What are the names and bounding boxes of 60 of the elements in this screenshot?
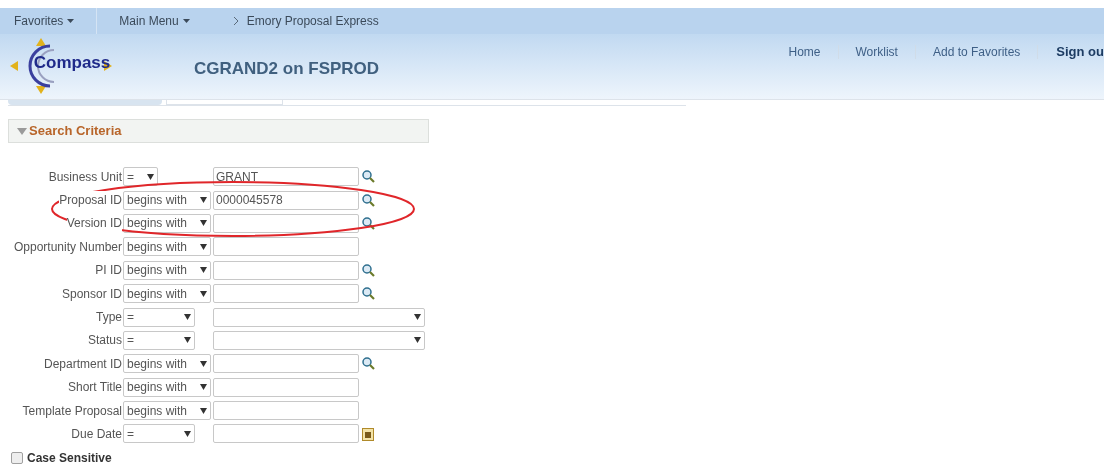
caret-icon[interactable]: [414, 337, 421, 344]
caret-icon[interactable]: [147, 173, 154, 180]
section-header[interactable]: Search Criteria: [8, 119, 429, 143]
search-icon[interactable]: [362, 216, 375, 230]
caret-icon[interactable]: [200, 243, 207, 250]
operator-dropdown[interactable]: =: [123, 167, 158, 187]
input-field[interactable]: [213, 237, 359, 257]
input-field[interactable]: [213, 260, 359, 280]
collapse-icon[interactable]: [17, 127, 27, 135]
caret-icon[interactable]: [67, 19, 75, 23]
caret-icon[interactable]: [200, 220, 207, 227]
input-field[interactable]: 0000045578: [213, 190, 359, 210]
caret-icon[interactable]: [200, 360, 207, 367]
operator-dropdown[interactable]: begins with: [123, 284, 211, 304]
operator-dropdown[interactable]: begins with: [123, 213, 211, 233]
operator-dropdown[interactable]: begins with: [123, 190, 211, 210]
compass-logo-icon: [10, 38, 114, 94]
header-link[interactable]: Sign ou: [1038, 42, 1104, 62]
input-field[interactable]: [213, 354, 359, 374]
input-field[interactable]: [213, 377, 359, 397]
caret-icon[interactable]: [200, 384, 207, 391]
input-field[interactable]: [213, 284, 359, 304]
operator-dropdown[interactable]: =: [123, 330, 195, 350]
checkbox-label: Case Sensitive: [27, 449, 112, 467]
operator-dropdown[interactable]: begins with: [123, 260, 211, 280]
search-icon[interactable]: [362, 170, 375, 184]
page-title: CGRAND2 on FSPROD: [194, 58, 380, 80]
checkbox[interactable]: [11, 451, 23, 464]
field-label: Proposal ID: [59, 191, 122, 210]
search-icon[interactable]: [362, 357, 375, 371]
caret-icon[interactable]: [184, 431, 191, 437]
header-link[interactable]: Add to Favorites: [915, 42, 1038, 61]
caret-icon[interactable]: [184, 314, 191, 321]
logo-text: Compass: [33, 52, 111, 75]
input-field[interactable]: [213, 213, 359, 233]
caret-icon[interactable]: [414, 314, 421, 321]
calendar-icon[interactable]: [362, 427, 374, 441]
breadcrumb-link[interactable]: Emory Proposal Express: [233, 12, 379, 30]
menu-link[interactable]: Main Menu: [105, 8, 204, 34]
operator-dropdown[interactable]: begins with: [123, 401, 211, 421]
input-field[interactable]: GRANT: [213, 167, 359, 187]
search-icon[interactable]: [362, 263, 375, 277]
search-icon[interactable]: [362, 287, 375, 301]
caret-icon[interactable]: [200, 267, 207, 274]
caret-icon[interactable]: [184, 337, 191, 344]
operator-dropdown[interactable]: =: [123, 424, 195, 444]
header-link[interactable]: Worklist: [838, 42, 915, 61]
caret-icon[interactable]: [200, 407, 207, 414]
input-field[interactable]: [213, 401, 359, 421]
input-field[interactable]: [213, 424, 359, 444]
operator-dropdown[interactable]: =: [123, 307, 195, 327]
operator-dropdown[interactable]: begins with: [123, 377, 211, 397]
header-link[interactable]: Home: [771, 42, 838, 61]
search-icon[interactable]: [362, 193, 375, 207]
caret-icon[interactable]: [200, 290, 207, 297]
chevron-icon: [233, 17, 239, 25]
operator-dropdown[interactable]: begins with: [123, 354, 211, 374]
caret-icon[interactable]: [200, 197, 207, 204]
operator-dropdown[interactable]: begins with: [123, 237, 211, 257]
caret-icon[interactable]: [182, 19, 190, 23]
